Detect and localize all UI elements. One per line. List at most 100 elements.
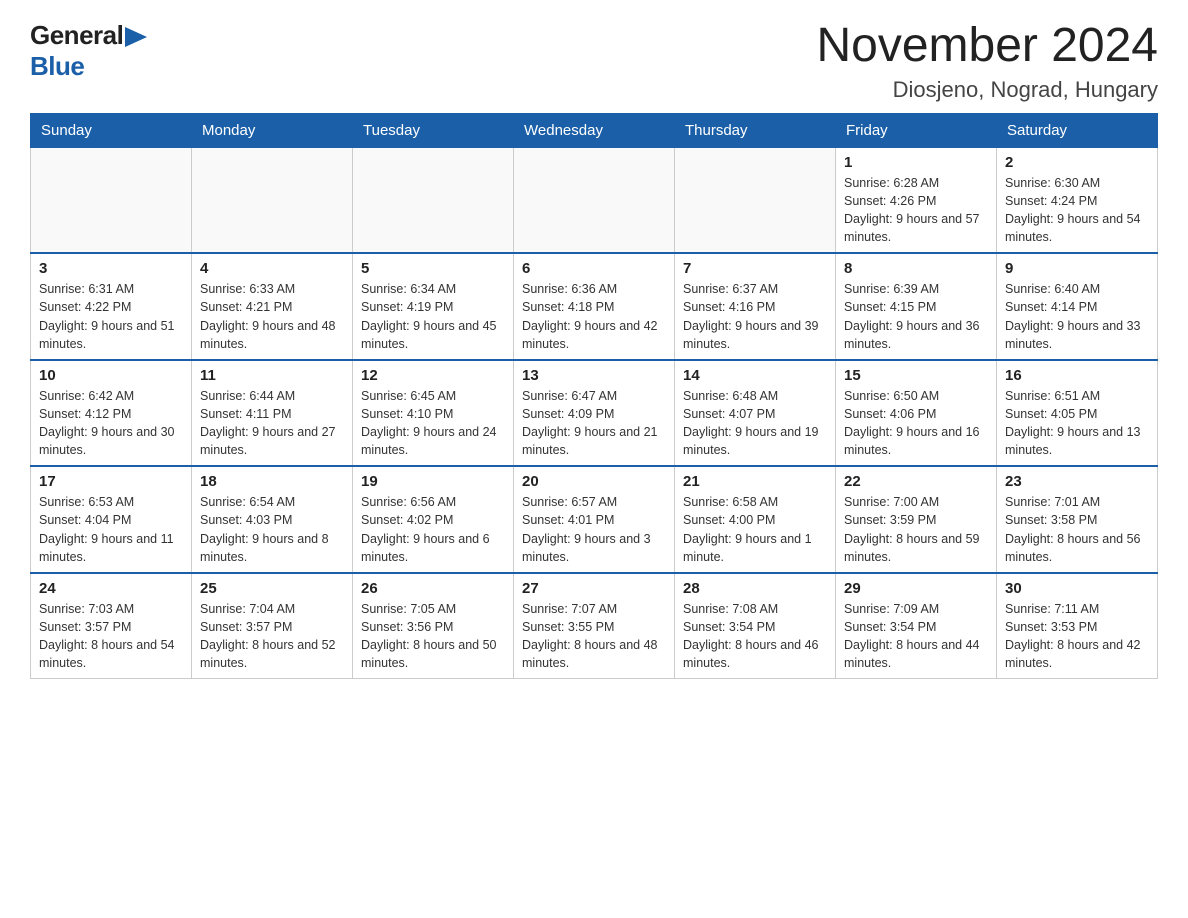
title-area: November 2024 Diosjeno, Nograd, Hungary xyxy=(816,20,1158,103)
day-info: Sunrise: 7:08 AM Sunset: 3:54 PM Dayligh… xyxy=(683,600,827,673)
calendar-cell: 26Sunrise: 7:05 AM Sunset: 3:56 PM Dayli… xyxy=(353,573,514,679)
calendar-cell xyxy=(353,147,514,253)
day-info: Sunrise: 6:44 AM Sunset: 4:11 PM Dayligh… xyxy=(200,387,344,460)
day-number: 15 xyxy=(844,367,988,384)
week-row-3: 10 Sunrise: 6:42 AM Sunset: 4:12 PM Dayli… xyxy=(31,360,1158,467)
calendar-cell: 9Sunrise: 6:40 AM Sunset: 4:14 PM Daylig… xyxy=(997,253,1158,360)
calendar-cell: 10 Sunrise: 6:42 AM Sunset: 4:12 PM Dayli… xyxy=(31,360,192,467)
calendar-cell: 24 Sunrise: 7:03 AM Sunset: 3:57 PM Dayli… xyxy=(31,573,192,679)
week-row-5: 24 Sunrise: 7:03 AM Sunset: 3:57 PM Dayli… xyxy=(31,573,1158,679)
column-header-friday: Friday xyxy=(836,113,997,147)
calendar-cell: 7 Sunrise: 6:37 AM Sunset: 4:16 PM Daylig… xyxy=(675,253,836,360)
calendar-cell: 27 Sunrise: 7:07 AM Sunset: 3:55 PM Dayli… xyxy=(514,573,675,679)
day-number: 2 xyxy=(1005,154,1149,171)
day-info: Sunrise: 7:09 AM Sunset: 3:54 PM Dayligh… xyxy=(844,600,988,673)
day-info: Sunrise: 6:34 AM Sunset: 4:19 PM Dayligh… xyxy=(361,280,505,353)
day-number: 13 xyxy=(522,367,666,384)
calendar-cell: 12Sunrise: 6:45 AM Sunset: 4:10 PM Dayli… xyxy=(353,360,514,467)
calendar-cell: 4Sunrise: 6:33 AM Sunset: 4:21 PM Daylig… xyxy=(192,253,353,360)
logo-triangle-icon xyxy=(125,27,147,47)
day-info: Sunrise: 7:03 AM Sunset: 3:57 PM Dayligh… xyxy=(39,600,183,673)
calendar-cell: 11 Sunrise: 6:44 AM Sunset: 4:11 PM Dayli… xyxy=(192,360,353,467)
calendar-cell: 21 Sunrise: 6:58 AM Sunset: 4:00 PM Dayli… xyxy=(675,466,836,573)
calendar-cell xyxy=(675,147,836,253)
day-number: 7 xyxy=(683,260,827,277)
calendar-cell: 19Sunrise: 6:56 AM Sunset: 4:02 PM Dayli… xyxy=(353,466,514,573)
calendar-cell: 15 Sunrise: 6:50 AM Sunset: 4:06 PM Dayli… xyxy=(836,360,997,467)
day-number: 1 xyxy=(844,154,988,171)
calendar-cell: 28 Sunrise: 7:08 AM Sunset: 3:54 PM Dayli… xyxy=(675,573,836,679)
day-info: Sunrise: 6:48 AM Sunset: 4:07 PM Dayligh… xyxy=(683,387,827,460)
day-info: Sunrise: 6:47 AM Sunset: 4:09 PM Dayligh… xyxy=(522,387,666,460)
day-info: Sunrise: 7:00 AM Sunset: 3:59 PM Dayligh… xyxy=(844,493,988,566)
day-info: Sunrise: 7:11 AM Sunset: 3:53 PM Dayligh… xyxy=(1005,600,1149,673)
calendar-cell: 20 Sunrise: 6:57 AM Sunset: 4:01 PM Dayli… xyxy=(514,466,675,573)
day-number: 24 xyxy=(39,580,183,597)
week-row-2: 3Sunrise: 6:31 AM Sunset: 4:22 PM Daylig… xyxy=(31,253,1158,360)
location-label: Diosjeno, Nograd, Hungary xyxy=(816,77,1158,103)
calendar-cell: 17 Sunrise: 6:53 AM Sunset: 4:04 PM Dayli… xyxy=(31,466,192,573)
day-number: 20 xyxy=(522,473,666,490)
logo-blue-text: Blue xyxy=(30,51,84,82)
day-info: Sunrise: 6:30 AM Sunset: 4:24 PM Dayligh… xyxy=(1005,174,1149,247)
day-number: 10 xyxy=(39,367,183,384)
day-info: Sunrise: 6:57 AM Sunset: 4:01 PM Dayligh… xyxy=(522,493,666,566)
day-info: Sunrise: 6:53 AM Sunset: 4:04 PM Dayligh… xyxy=(39,493,183,566)
calendar-cell xyxy=(514,147,675,253)
column-header-thursday: Thursday xyxy=(675,113,836,147)
day-info: Sunrise: 6:50 AM Sunset: 4:06 PM Dayligh… xyxy=(844,387,988,460)
page-header: General Blue November 2024 Diosjeno, Nog… xyxy=(30,20,1158,103)
day-info: Sunrise: 7:07 AM Sunset: 3:55 PM Dayligh… xyxy=(522,600,666,673)
day-number: 21 xyxy=(683,473,827,490)
day-info: Sunrise: 6:36 AM Sunset: 4:18 PM Dayligh… xyxy=(522,280,666,353)
day-info: Sunrise: 6:58 AM Sunset: 4:00 PM Dayligh… xyxy=(683,493,827,566)
calendar-cell: 25 Sunrise: 7:04 AM Sunset: 3:57 PM Dayli… xyxy=(192,573,353,679)
calendar-cell: 30 Sunrise: 7:11 AM Sunset: 3:53 PM Dayli… xyxy=(997,573,1158,679)
day-info: Sunrise: 6:28 AM Sunset: 4:26 PM Dayligh… xyxy=(844,174,988,247)
day-number: 16 xyxy=(1005,367,1149,384)
blue-label: Blue xyxy=(30,51,84,82)
column-header-monday: Monday xyxy=(192,113,353,147)
day-info: Sunrise: 6:37 AM Sunset: 4:16 PM Dayligh… xyxy=(683,280,827,353)
day-number: 25 xyxy=(200,580,344,597)
day-info: Sunrise: 6:39 AM Sunset: 4:15 PM Dayligh… xyxy=(844,280,988,353)
calendar-cell: 2 Sunrise: 6:30 AM Sunset: 4:24 PM Daylig… xyxy=(997,147,1158,253)
day-info: Sunrise: 7:04 AM Sunset: 3:57 PM Dayligh… xyxy=(200,600,344,673)
day-info: Sunrise: 6:42 AM Sunset: 4:12 PM Dayligh… xyxy=(39,387,183,460)
calendar-cell: 8Sunrise: 6:39 AM Sunset: 4:15 PM Daylig… xyxy=(836,253,997,360)
day-number: 27 xyxy=(522,580,666,597)
day-info: Sunrise: 6:45 AM Sunset: 4:10 PM Dayligh… xyxy=(361,387,505,460)
day-number: 30 xyxy=(1005,580,1149,597)
calendar-header-row: SundayMondayTuesdayWednesdayThursdayFrid… xyxy=(31,113,1158,147)
column-header-sunday: Sunday xyxy=(31,113,192,147)
day-number: 5 xyxy=(361,260,505,277)
calendar-cell: 6 Sunrise: 6:36 AM Sunset: 4:18 PM Daylig… xyxy=(514,253,675,360)
calendar-cell: 14Sunrise: 6:48 AM Sunset: 4:07 PM Dayli… xyxy=(675,360,836,467)
calendar-cell: 29 Sunrise: 7:09 AM Sunset: 3:54 PM Dayli… xyxy=(836,573,997,679)
day-number: 17 xyxy=(39,473,183,490)
day-number: 6 xyxy=(522,260,666,277)
calendar-cell: 1 Sunrise: 6:28 AM Sunset: 4:26 PM Daylig… xyxy=(836,147,997,253)
day-number: 28 xyxy=(683,580,827,597)
week-row-4: 17 Sunrise: 6:53 AM Sunset: 4:04 PM Dayli… xyxy=(31,466,1158,573)
day-number: 11 xyxy=(200,367,344,384)
logo-general-text: General xyxy=(30,20,123,51)
calendar-table: SundayMondayTuesdayWednesdayThursdayFrid… xyxy=(30,113,1158,680)
day-info: Sunrise: 6:40 AM Sunset: 4:14 PM Dayligh… xyxy=(1005,280,1149,353)
logo: General Blue xyxy=(30,20,147,82)
week-row-1: 1 Sunrise: 6:28 AM Sunset: 4:26 PM Daylig… xyxy=(31,147,1158,253)
day-number: 18 xyxy=(200,473,344,490)
day-info: Sunrise: 6:51 AM Sunset: 4:05 PM Dayligh… xyxy=(1005,387,1149,460)
day-number: 29 xyxy=(844,580,988,597)
column-header-tuesday: Tuesday xyxy=(353,113,514,147)
day-info: Sunrise: 6:31 AM Sunset: 4:22 PM Dayligh… xyxy=(39,280,183,353)
day-info: Sunrise: 7:01 AM Sunset: 3:58 PM Dayligh… xyxy=(1005,493,1149,566)
calendar-cell: 16 Sunrise: 6:51 AM Sunset: 4:05 PM Dayli… xyxy=(997,360,1158,467)
day-info: Sunrise: 6:33 AM Sunset: 4:21 PM Dayligh… xyxy=(200,280,344,353)
day-number: 23 xyxy=(1005,473,1149,490)
day-info: Sunrise: 6:54 AM Sunset: 4:03 PM Dayligh… xyxy=(200,493,344,566)
day-info: Sunrise: 7:05 AM Sunset: 3:56 PM Dayligh… xyxy=(361,600,505,673)
day-number: 22 xyxy=(844,473,988,490)
calendar-cell: 3Sunrise: 6:31 AM Sunset: 4:22 PM Daylig… xyxy=(31,253,192,360)
column-header-wednesday: Wednesday xyxy=(514,113,675,147)
